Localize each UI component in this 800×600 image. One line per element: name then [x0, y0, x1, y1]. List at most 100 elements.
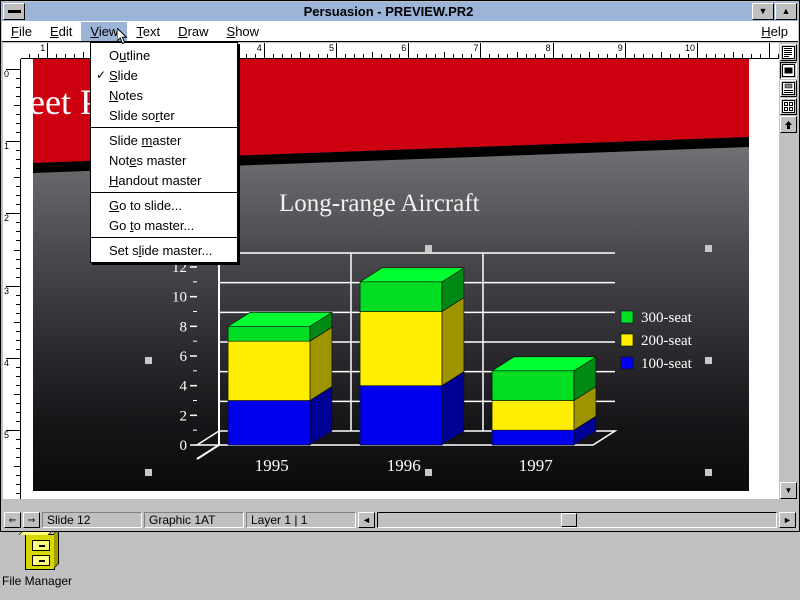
menu-item-notes[interactable]: Notes: [91, 85, 237, 105]
ruler-label: 10: [684, 43, 695, 53]
status-layer: Layer 1 | 1: [246, 512, 356, 528]
minimize-button[interactable]: ▼: [752, 3, 774, 20]
bar-segment-front: [227, 400, 311, 446]
y-axis-tick-label: 6: [180, 349, 188, 365]
menu-separator: [91, 192, 237, 193]
desktop-icon-file-manager[interactable]: File Manager: [2, 527, 72, 588]
selection-handle[interactable]: [705, 245, 712, 252]
title-bar[interactable]: Persuasion - PREVIEW.PR2 ▼ ▲: [2, 2, 798, 21]
selection-handle[interactable]: [705, 469, 712, 476]
scroll-up-button[interactable]: [780, 116, 797, 133]
menu-item-label: Slide sorter: [109, 107, 175, 123]
menu-item-label: Go to slide...: [109, 197, 182, 213]
legend-label: 300-seat: [641, 310, 693, 326]
menu-item-label: Notes: [109, 87, 143, 103]
chart-object[interactable]: 0 2 4 6 8 10 12 1995 1996 1997 300-seat 200-seat 100…: [145, 245, 712, 476]
y-axis-tick-label: 10: [172, 290, 187, 306]
menu-item-label: Handout master: [109, 172, 202, 188]
legend-label: 200-seat: [641, 333, 693, 349]
slide-sorter-icon: [782, 100, 795, 113]
menu-item-go-to-slide[interactable]: Go to slide...: [91, 195, 237, 215]
slide-subtitle: Long-range Aircraft: [279, 190, 480, 217]
menu-item-notes-master[interactable]: Notes master: [91, 150, 237, 170]
menu-show[interactable]: Show: [218, 22, 269, 41]
hscroll-left-button[interactable]: ◄: [358, 512, 375, 528]
legend-swatch: [620, 356, 634, 370]
persuasion-window: Persuasion - PREVIEW.PR2 ▼ ▲ File Edit V…: [0, 0, 800, 532]
menu-text[interactable]: Text: [127, 22, 169, 41]
file-cabinet-icon: [18, 527, 59, 570]
y-axis-tick-label: 4: [180, 379, 188, 395]
ruler-label: 8: [545, 43, 551, 53]
menu-help[interactable]: Help: [752, 22, 798, 41]
view-dropdown-menu[interactable]: Outline ✓ Slide Notes Slide sorter Slide mast…: [90, 42, 238, 263]
ruler-label: 7: [473, 43, 479, 53]
menu-item-label: Go to master...: [109, 217, 195, 233]
y-axis-tick-label: 2: [180, 408, 188, 424]
maximize-button[interactable]: ▲: [775, 3, 797, 20]
menu-item-slide-master[interactable]: Slide master: [91, 130, 237, 150]
menu-item-outline[interactable]: Outline: [91, 45, 237, 65]
bar-segment-front: [359, 281, 443, 312]
bar-segment-front: [359, 311, 443, 386]
selection-handle[interactable]: [425, 469, 432, 476]
slide-view-icon: [782, 64, 795, 77]
menu-item-go-to-master[interactable]: Go to master...: [91, 215, 237, 235]
menu-item-label: Slide: [109, 67, 138, 83]
ruler-label: 0: [4, 69, 10, 79]
ruler-label: 4: [256, 43, 262, 53]
status-bar: ⇐ ⇒ Slide 12 Graphic 1AT Layer 1 | 1 ◄ ►: [2, 510, 798, 530]
mouse-cursor: [117, 28, 128, 45]
vertical-scrollbar[interactable]: ▼: [779, 201, 798, 499]
notes-view-icon: [782, 82, 795, 95]
hscroll-thumb[interactable]: [561, 513, 578, 527]
menu-item-slide-sorter[interactable]: Slide sorter: [91, 105, 237, 125]
ruler-label: 5: [328, 43, 334, 53]
menu-separator: [91, 237, 237, 238]
selection-handle[interactable]: [145, 357, 152, 364]
ruler-label: 9: [617, 43, 623, 53]
slide-sorter-button[interactable]: [780, 98, 797, 115]
menu-item-label: Outline: [109, 47, 151, 63]
scroll-down-button[interactable]: ▼: [780, 482, 797, 499]
ruler-label: 5: [4, 430, 10, 440]
menu-item-slide[interactable]: ✓ Slide: [91, 65, 237, 85]
next-slide-button[interactable]: ⇒: [23, 512, 40, 528]
menu-item-label: Set slide master...: [109, 242, 213, 258]
desktop-icon-label: File Manager: [2, 574, 73, 588]
y-axis-tick-label: 0: [180, 438, 188, 454]
bar-segment-front: [227, 326, 311, 342]
prev-slide-button[interactable]: ⇐: [4, 512, 21, 528]
selection-handle[interactable]: [145, 469, 152, 476]
vertical-ruler: 0123456: [3, 59, 21, 499]
selection-handle[interactable]: [705, 357, 712, 364]
ruler-label: 1: [40, 43, 46, 53]
notes-view-button[interactable]: [780, 80, 797, 97]
menu-file[interactable]: File: [2, 22, 41, 41]
status-slide: Slide 12: [42, 512, 142, 528]
menu-item-set-slide-master[interactable]: Set slide master...: [91, 240, 237, 260]
horizontal-scrollbar[interactable]: [377, 512, 777, 528]
status-graphic: Graphic 1AT: [144, 512, 244, 528]
system-menu-icon[interactable]: [3, 3, 25, 20]
bar-segment-front: [227, 340, 311, 401]
selection-handle[interactable]: [425, 245, 432, 252]
outline-view-button[interactable]: [780, 44, 797, 61]
up-arrow-icon: [785, 121, 792, 129]
menu-item-handout-master[interactable]: Handout master: [91, 170, 237, 190]
hscroll-right-button[interactable]: ►: [779, 512, 796, 528]
menu-item-label: Notes master: [109, 152, 187, 168]
x-axis-tick-label: 1996: [387, 456, 421, 471]
menu-draw[interactable]: Draw: [169, 22, 217, 41]
x-axis-tick-label: 1997: [519, 456, 554, 471]
menu-separator: [91, 127, 237, 128]
bar-segment-front: [359, 385, 443, 446]
x-axis-tick-label: 1995: [255, 456, 289, 471]
menu-edit[interactable]: Edit: [41, 22, 81, 41]
bar-segment-front: [491, 370, 575, 401]
ruler-label: 2: [4, 213, 10, 224]
ruler-label: 1: [4, 141, 10, 152]
slide-view-button[interactable]: [780, 62, 797, 79]
ruler-label: 4: [4, 357, 10, 368]
ruler-corner: [3, 43, 21, 59]
